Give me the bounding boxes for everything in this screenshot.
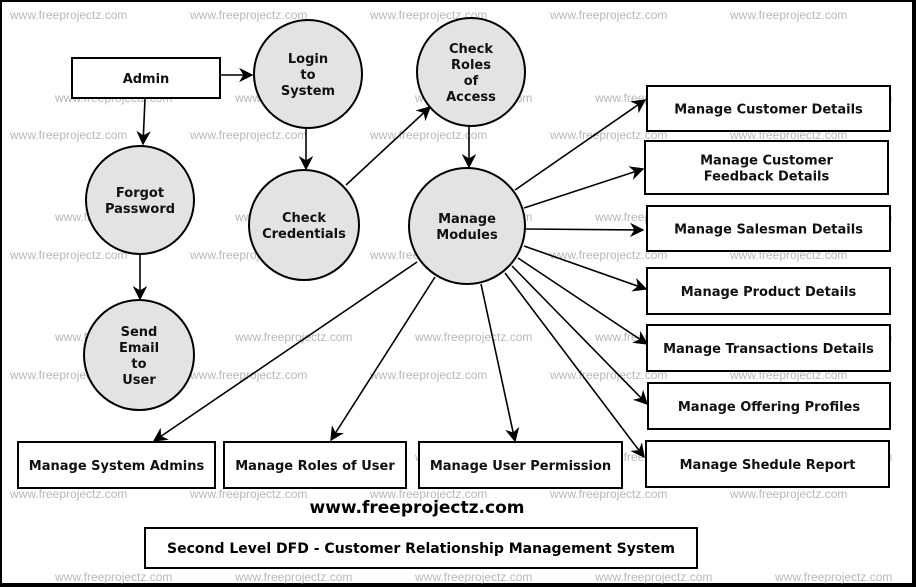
watermark-text: www.freeprojectz.com <box>234 330 352 344</box>
site-label: www.freeprojectz.com <box>310 498 525 518</box>
process-label: Roles <box>451 58 491 73</box>
process-label: Password <box>105 202 175 217</box>
flow-manage_modules-to-transactions <box>517 257 649 345</box>
flow-manage_modules-to-customer <box>514 99 647 191</box>
module-label: Manage Customer <box>700 154 833 169</box>
process-label: Check <box>449 42 493 57</box>
flow-manage_modules-to-salesman <box>525 222 645 238</box>
watermark-text: www.freeprojectz.com <box>774 570 892 584</box>
flow-manage_modules-to-schedule <box>504 272 645 459</box>
watermark-text: www.freeprojectz.com <box>9 8 127 22</box>
dfd-diagram: www.freeprojectz.com www.freeprojectz.com… <box>9 8 892 584</box>
process-label: Forgot <box>116 186 164 201</box>
entity-label: Admin <box>123 72 170 87</box>
flow-check_cred-to-check_roles <box>345 106 432 186</box>
module-label: Manage Transactions Details <box>663 342 874 357</box>
module-label: Manage Product Details <box>681 285 857 300</box>
module-label: Manage Customer Details <box>674 103 863 118</box>
watermark-text: www.freeprojectz.com <box>189 487 307 501</box>
watermark-text: www.freeprojectz.com <box>9 128 127 142</box>
process-label: Access <box>446 90 496 105</box>
process-label: Login <box>288 52 328 67</box>
watermark-text: www.freeprojectz.com <box>369 368 487 382</box>
process-label: of <box>464 74 479 89</box>
module-label: Manage Salesman Details <box>674 223 863 238</box>
process-check-roles: CheckRolesofAccess <box>416 17 526 127</box>
flow-manage_modules-to-roles <box>330 276 436 442</box>
watermark-text: www.freeprojectz.com <box>729 487 847 501</box>
watermark-text: www.freeprojectz.com <box>594 570 712 584</box>
process-label: to <box>300 68 315 83</box>
module-permission: Manage User Permission <box>418 441 623 489</box>
process-label: Check <box>282 211 326 226</box>
watermark-text: www.freeprojectz.com <box>189 128 307 142</box>
watermark-text: www.freeprojectz.com <box>189 8 307 22</box>
watermark-text: www.freeprojectz.com <box>9 487 127 501</box>
module-label: Manage Offering Profiles <box>678 400 861 415</box>
flow-manage_modules-to-permission <box>480 283 520 443</box>
watermark-text: www.freeprojectz.com <box>189 368 307 382</box>
watermark-text: www.freeprojectz.com <box>234 570 352 584</box>
module-label: Manage Shedule Report <box>680 458 856 473</box>
module-sysadmins: Manage System Admins <box>17 441 216 489</box>
module-customer: Manage Customer Details <box>646 85 891 132</box>
process-label: to <box>131 357 146 372</box>
process-check-cred: CheckCredentials <box>248 169 360 281</box>
process-send-email: SendEmailtoUser <box>83 299 195 411</box>
module-product: Manage Product Details <box>646 267 891 315</box>
flow-admin-to-forgot <box>136 98 151 146</box>
process-label: Manage <box>438 212 496 227</box>
process-label: User <box>122 373 156 388</box>
module-label: Feedback Details <box>704 170 830 185</box>
process-label: Send <box>121 325 158 340</box>
module-salesman: Manage Salesman Details <box>646 205 891 252</box>
module-label: Manage Roles of User <box>235 459 395 474</box>
module-transactions: Manage Transactions Details <box>646 324 891 372</box>
flow-manage_modules-to-feedback <box>523 166 645 209</box>
module-schedule: Manage Shedule Report <box>645 440 890 488</box>
process-forgot: ForgotPassword <box>85 145 195 255</box>
process-login: LogintoSystem <box>253 19 363 129</box>
module-roles: Manage Roles of User <box>223 441 407 489</box>
process-label: Modules <box>436 228 498 243</box>
process-label: Email <box>119 341 159 356</box>
process-label: System <box>281 84 335 99</box>
entity-admin: Admin <box>71 57 221 99</box>
watermark-text: www.freeprojectz.com <box>9 248 127 262</box>
process-label: Credentials <box>262 227 346 242</box>
module-offering: Manage Offering Profiles <box>647 382 891 430</box>
watermark-text: www.freeprojectz.com <box>414 330 532 344</box>
watermark-text: www.freeprojectz.com <box>414 570 532 584</box>
process-manage-modules: ManageModules <box>408 167 526 285</box>
module-label: Manage User Permission <box>430 459 611 474</box>
watermark-text: www.freeprojectz.com <box>729 8 847 22</box>
module-label: Manage System Admins <box>29 459 205 474</box>
watermark-text: www.freeprojectz.com <box>54 570 172 584</box>
watermark-text: www.freeprojectz.com <box>549 487 667 501</box>
module-feedback: Manage CustomerFeedback Details <box>644 140 889 195</box>
diagram-title: Second Level DFD - Customer Relationship… <box>167 541 675 557</box>
diagram-title-box: Second Level DFD - Customer Relationship… <box>144 527 698 569</box>
watermark-text: www.freeprojectz.com <box>549 8 667 22</box>
